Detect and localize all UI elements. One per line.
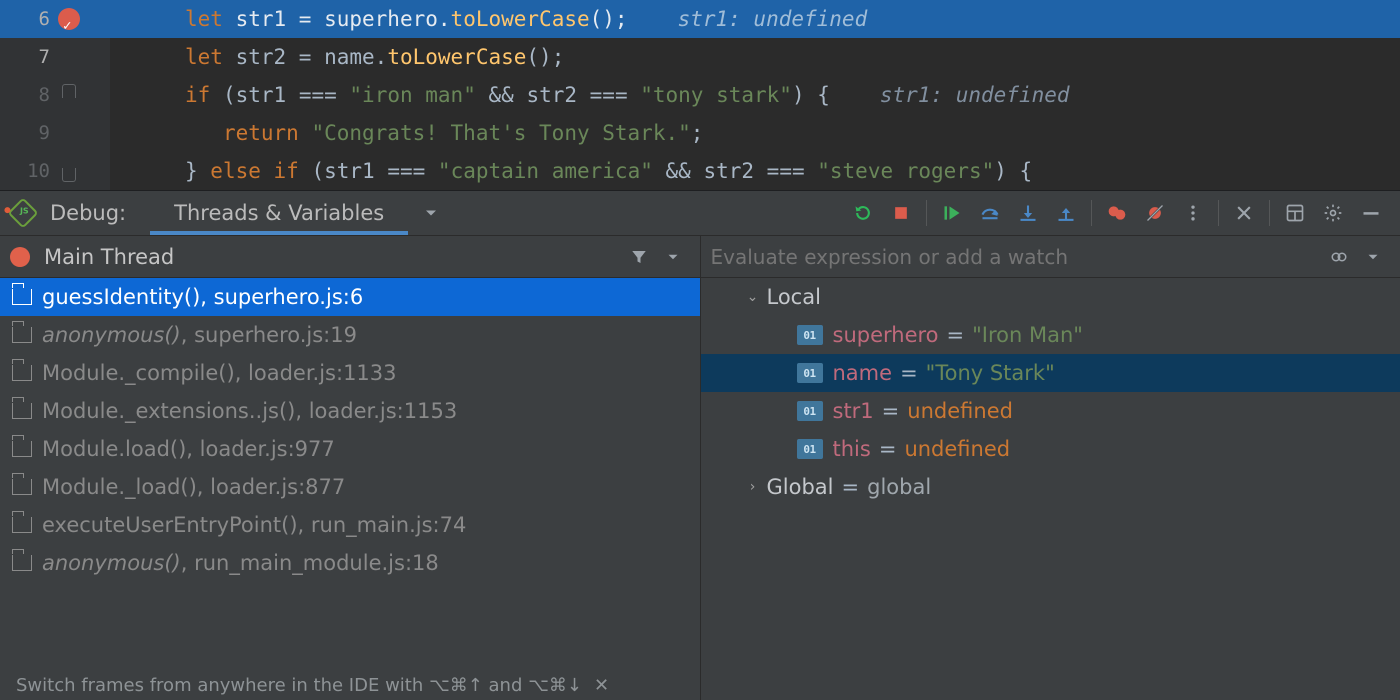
inline-debug-hint: str1: undefined: [678, 7, 868, 31]
code-line[interactable]: 6let str1 = superhero.toLowerCase();str1…: [0, 0, 1400, 38]
more-actions-icon[interactable]: [1174, 190, 1212, 236]
stack-frame[interactable]: Module._compile(), loader.js:1133: [0, 354, 700, 392]
stack-frame-icon: [12, 441, 32, 457]
line-number[interactable]: 10: [0, 152, 50, 190]
variable-type-badge: 01: [797, 325, 823, 345]
line-number[interactable]: 9: [0, 114, 50, 152]
stack-frame-icon: [12, 517, 32, 533]
tab-threads-variables[interactable]: Threads & Variables: [146, 191, 412, 235]
stack-frame[interactable]: Module._load(), loader.js:877: [0, 468, 700, 506]
chevron-right-icon[interactable]: ›: [743, 479, 763, 495]
debug-label: Debug:: [42, 201, 146, 225]
thread-status-icon: [10, 247, 30, 267]
stack-frame[interactable]: Module.load(), loader.js:977: [0, 430, 700, 468]
stack-frame-icon: [12, 403, 32, 419]
frames-panel: Main Thread guessIdentity(), superhero.j…: [0, 236, 701, 700]
breakpoint-hit-icon[interactable]: [58, 8, 80, 30]
line-number[interactable]: 8: [0, 76, 50, 114]
frames-dropdown-icon[interactable]: [656, 248, 690, 266]
inline-debug-hint: str1: undefined: [880, 83, 1070, 107]
rerun-button[interactable]: [844, 190, 882, 236]
code-line[interactable]: 7let str2 = name.toLowerCase();: [0, 38, 1400, 76]
minimize-panel-icon[interactable]: [1352, 190, 1390, 236]
debug-toolbar: JS Debug: Threads & Variables: [0, 190, 1400, 236]
tip-close-icon[interactable]: ✕: [594, 675, 609, 696]
variable-scope[interactable]: ⌄Local: [701, 278, 1400, 316]
variable-row[interactable]: 01str1=undefined: [701, 392, 1400, 430]
line-number[interactable]: 6: [0, 0, 50, 38]
code-line[interactable]: 9 return "Congrats! That's Tony Stark.";: [0, 114, 1400, 152]
frames-tip: Switch frames from anywhere in the IDE w…: [0, 670, 700, 700]
stack-frame-icon: [12, 479, 32, 495]
step-out-button[interactable]: [1047, 190, 1085, 236]
debug-panels: Main Thread guessIdentity(), superhero.j…: [0, 236, 1400, 700]
stack-frame[interactable]: anonymous(), superhero.js:19: [0, 316, 700, 354]
view-breakpoints-button[interactable]: [1098, 190, 1136, 236]
close-debug-button[interactable]: [1225, 190, 1263, 236]
variable-type-badge: 01: [797, 363, 823, 383]
step-over-button[interactable]: [971, 190, 1009, 236]
variable-type-badge: 01: [797, 439, 823, 459]
stack-frame-icon: [12, 289, 32, 305]
variable-row[interactable]: 01name="Tony Stark": [701, 354, 1400, 392]
code-line[interactable]: 10} else if (str1 === "captain america" …: [0, 152, 1400, 190]
watches-dropdown-icon[interactable]: [1356, 248, 1390, 266]
variable-type-badge: 01: [797, 401, 823, 421]
code-fold-icon[interactable]: [58, 84, 80, 106]
code-line[interactable]: 8if (str1 === "iron man" && str2 === "to…: [0, 76, 1400, 114]
stack-frame-icon: [12, 365, 32, 381]
variable-row[interactable]: 01this=undefined: [701, 430, 1400, 468]
step-into-button[interactable]: [1009, 190, 1047, 236]
filter-icon[interactable]: [622, 248, 656, 266]
resume-button[interactable]: [933, 190, 971, 236]
stop-button[interactable]: [882, 190, 920, 236]
code-fold-icon[interactable]: [58, 160, 80, 182]
tab-dropdown-icon[interactable]: [412, 190, 450, 236]
layout-settings-icon[interactable]: [1276, 190, 1314, 236]
stack-frame[interactable]: Module._extensions..js(), loader.js:1153: [0, 392, 700, 430]
line-number[interactable]: 7: [0, 38, 50, 76]
stack-frame-icon: [12, 555, 32, 571]
stack-frame-icon: [12, 327, 32, 343]
variable-scope[interactable]: ›Global=global: [701, 468, 1400, 506]
variable-tree[interactable]: ⌄Local01superhero="Iron Man"01name="Tony…: [701, 278, 1400, 700]
chevron-down-icon[interactable]: ⌄: [743, 289, 763, 305]
code-editor[interactable]: 6let str1 = superhero.toLowerCase();str1…: [0, 0, 1400, 190]
evaluate-expression-input[interactable]: [711, 245, 1323, 269]
nodejs-run-icon: JS: [7, 197, 38, 228]
thread-title: Main Thread: [44, 245, 174, 269]
stack-frame[interactable]: guessIdentity(), superhero.js:6: [0, 278, 700, 316]
variables-panel: ⌄Local01superhero="Iron Man"01name="Tony…: [701, 236, 1400, 700]
settings-icon[interactable]: [1314, 190, 1352, 236]
add-watch-icon[interactable]: [1322, 248, 1356, 266]
tip-text: Switch frames from anywhere in the IDE w…: [16, 675, 582, 696]
frame-list[interactable]: guessIdentity(), superhero.js:6anonymous…: [0, 278, 700, 670]
stack-frame[interactable]: executeUserEntryPoint(), run_main.js:74: [0, 506, 700, 544]
variable-row[interactable]: 01superhero="Iron Man": [701, 316, 1400, 354]
mute-breakpoints-button[interactable]: [1136, 190, 1174, 236]
stack-frame[interactable]: anonymous(), run_main_module.js:18: [0, 544, 700, 582]
